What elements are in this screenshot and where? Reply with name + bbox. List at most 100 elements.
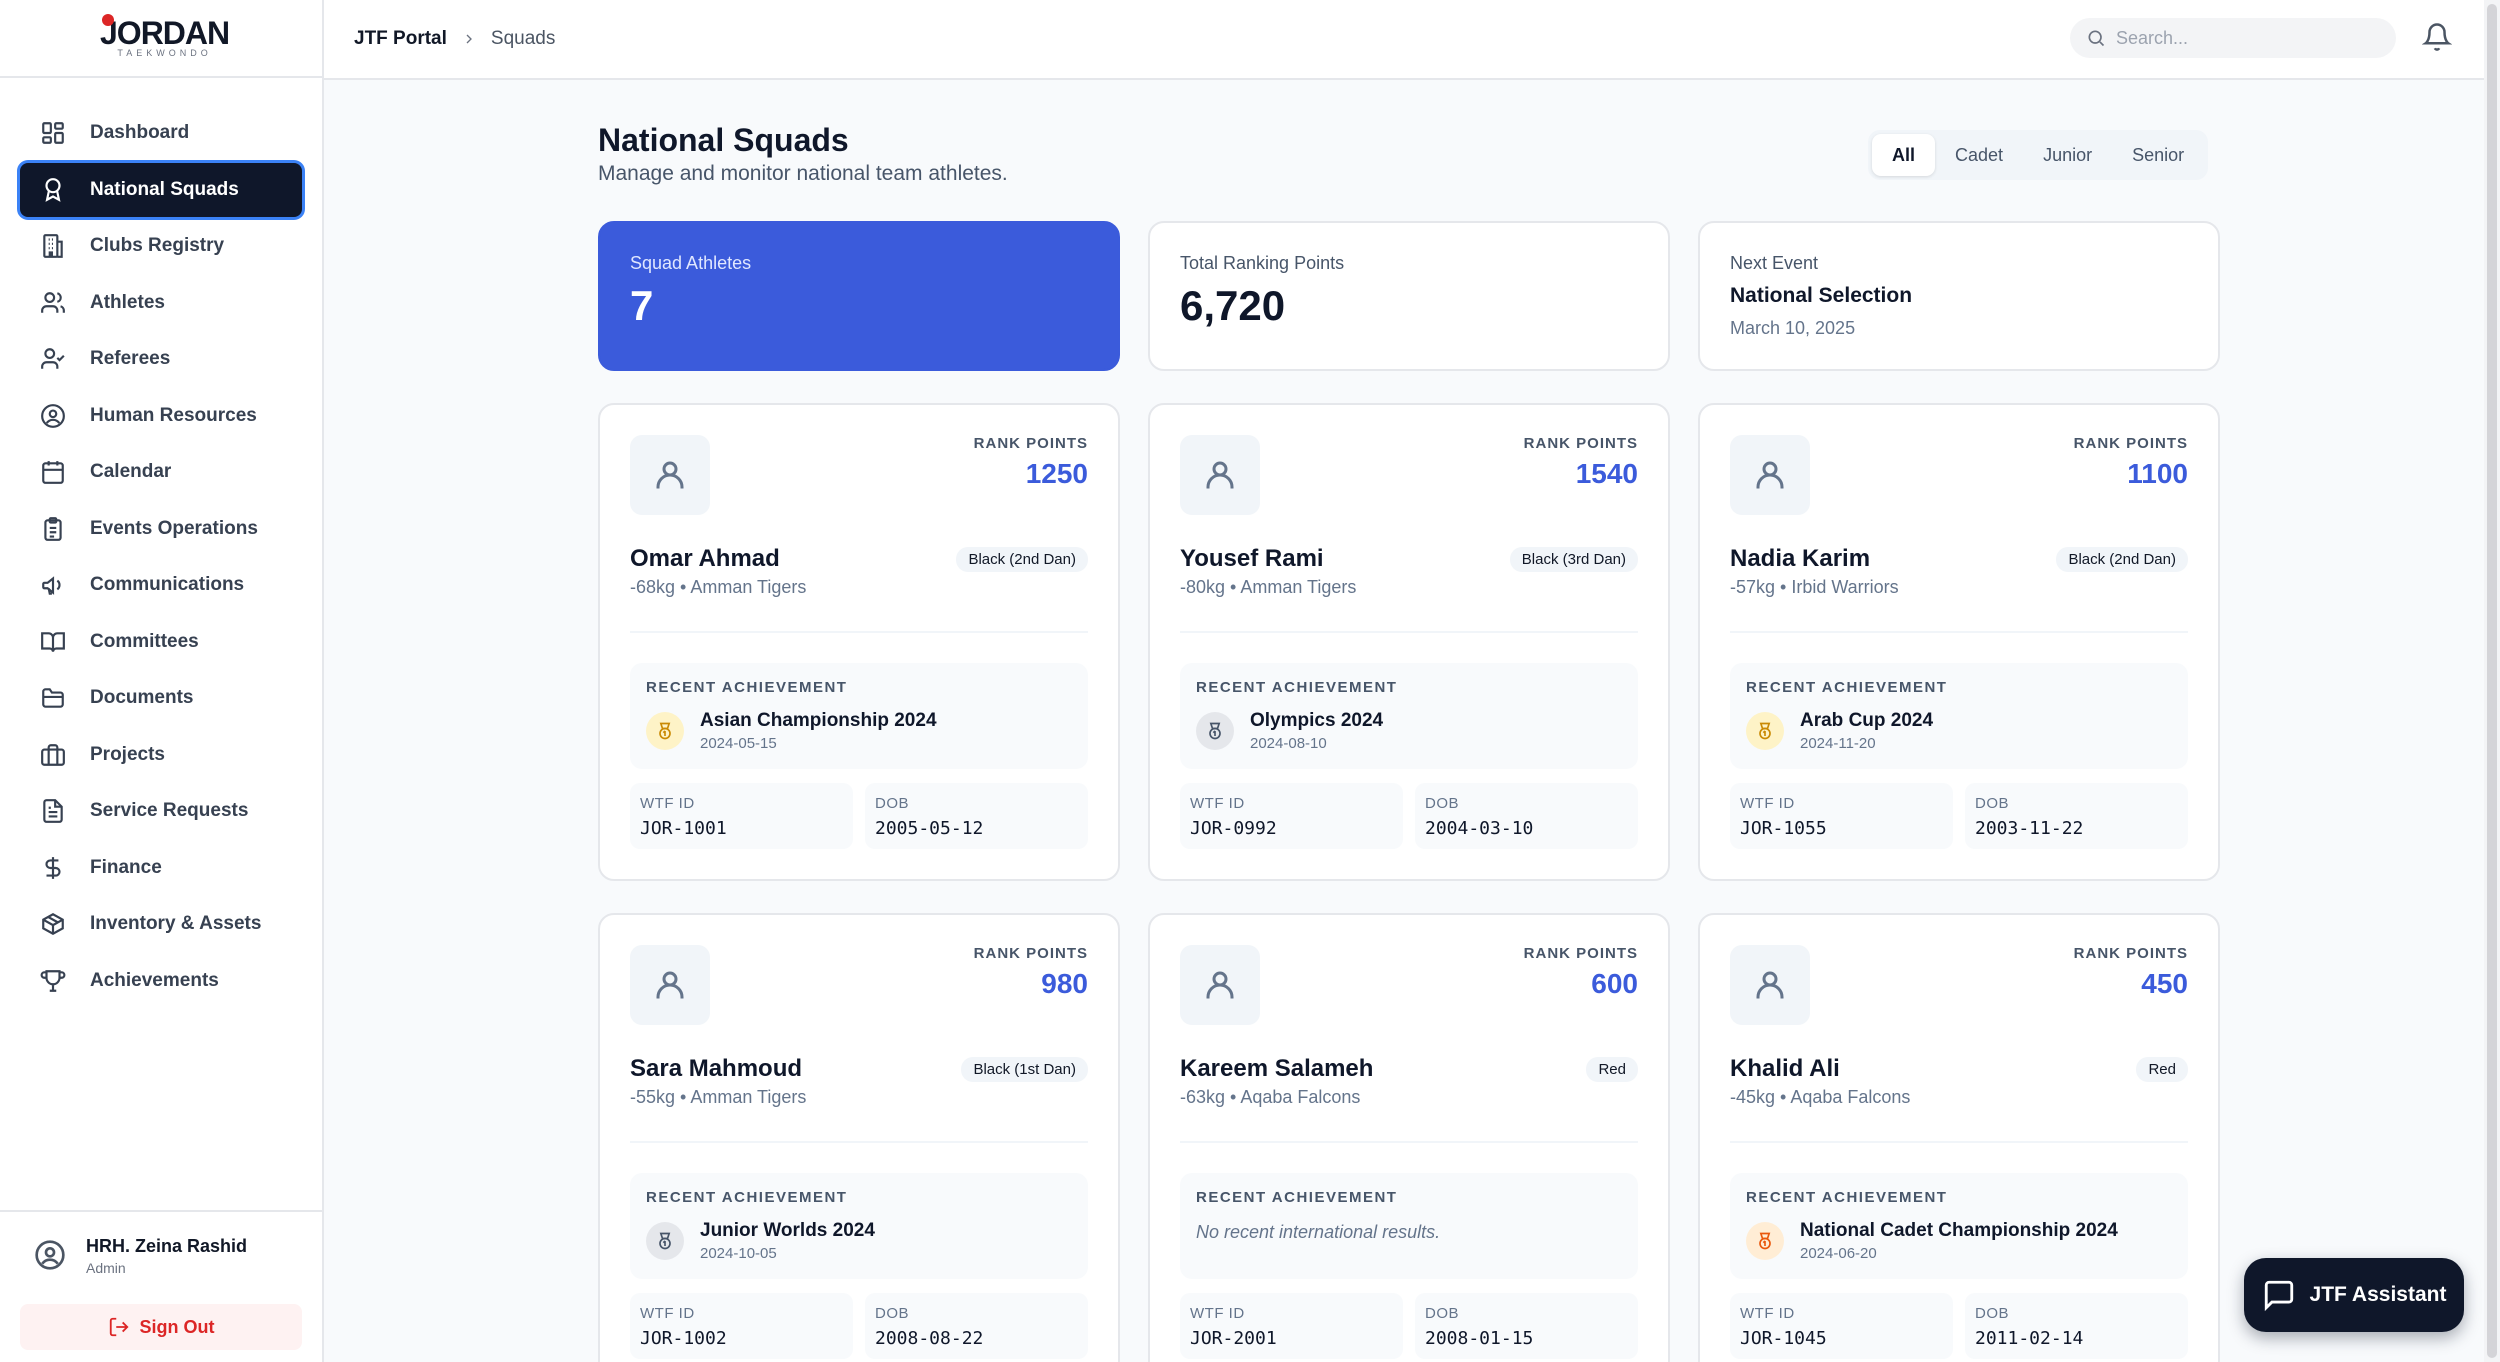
rank-points-label: RANK POINTS: [1523, 945, 1638, 962]
sidebar-item-achievements[interactable]: Achievements: [20, 954, 302, 1008]
wtf-id-label: WTF ID: [1190, 795, 1245, 812]
sidebar-item-label: Calendar: [90, 461, 172, 482]
belt-badge: Black (1st Dan): [961, 1056, 1088, 1082]
sidebar-item-inventory-assets[interactable]: Inventory & Assets: [20, 897, 302, 951]
rank-points: RANK POINTS 600: [1524, 945, 1638, 1000]
sidebar-item-clubs-registry[interactable]: Clubs Registry: [20, 219, 302, 273]
rank-points-value: 980: [1041, 968, 1088, 999]
sidebar-item-label: Documents: [90, 687, 194, 708]
topbar: JTF Portal Squads: [324, 0, 2500, 80]
bell-icon[interactable]: [2422, 22, 2452, 52]
belt-badge: Red: [1586, 1056, 1638, 1082]
user-icon: [1202, 457, 1238, 493]
athlete-meta: -80kg • Amman Tigers: [1180, 577, 1357, 597]
breadcrumb-root[interactable]: JTF Portal: [354, 28, 447, 50]
recent-achievement-label: RECENT ACHIEVEMENT: [1746, 1189, 1948, 1206]
users-icon: [38, 288, 68, 318]
rank-points-label: RANK POINTS: [1523, 435, 1638, 452]
belt-badge: Red: [2136, 1056, 2188, 1082]
user-icon: [652, 967, 688, 1003]
search-icon: [2086, 28, 2106, 48]
sidebar-item-label: Clubs Registry: [90, 235, 225, 256]
sidebar-item-label: Achievements: [90, 969, 219, 991]
squad-filter-tabs: All Cadet Junior Senior: [1868, 130, 2209, 180]
sign-out-button[interactable]: Sign Out: [20, 1304, 302, 1350]
sidebar-footer: HRH. Zeina Rashid Admin Sign Out: [0, 1210, 322, 1362]
sidebar-item-label: Human Resources: [90, 404, 257, 426]
medal-icon: [1746, 1222, 1784, 1260]
athlete-meta: -63kg • Aqaba Falcons: [1180, 1087, 1361, 1107]
athlete-meta: -55kg • Amman Tigers: [630, 1087, 807, 1107]
rank-points: RANK POINTS 980: [974, 945, 1088, 1000]
stat-value: 7: [630, 282, 654, 329]
sidebar-item-athletes[interactable]: Athletes: [20, 276, 302, 330]
wtf-id-label: WTF ID: [1740, 795, 1795, 812]
dob-box: DOB 2004-03-10: [1415, 783, 1638, 849]
user-icon: [652, 457, 688, 493]
sidebar-item-service-requests[interactable]: Service Requests: [20, 784, 302, 838]
tab-all[interactable]: All: [1872, 134, 1936, 176]
briefcase-icon: [38, 740, 68, 770]
avatar: [630, 945, 710, 1025]
sidebar-item-human-resources[interactable]: Human Resources: [20, 389, 302, 443]
user-circle-icon: [34, 1239, 68, 1273]
sidebar-item-events-operations[interactable]: Events Operations: [20, 502, 302, 556]
medal-icon: [1746, 712, 1784, 750]
avatar: [1730, 945, 1810, 1025]
recent-achievement: RECENT ACHIEVEMENT Arab Cup 2024 2024-11-…: [1730, 663, 2188, 769]
tab-senior[interactable]: Senior: [2112, 134, 2204, 176]
athlete-card[interactable]: RANK POINTS 1540 Yousef Rami Black (3rd …: [1148, 403, 1670, 881]
dob-box: DOB 2011-02-14: [1965, 1293, 2188, 1359]
athlete-card[interactable]: RANK POINTS 600 Kareem Salameh Red -63kg…: [1148, 913, 1670, 1362]
wtf-id-box: WTF ID JOR-1045: [1730, 1293, 1953, 1359]
no-achievement-text: No recent international results.: [1196, 1222, 1441, 1242]
athlete-name: Omar Ahmad: [630, 545, 780, 572]
user-circle-icon: [38, 401, 68, 431]
dob-box: DOB 2003-11-22: [1965, 783, 2188, 849]
achievement-date: 2024-06-20: [1800, 1245, 1877, 1262]
medal-ribbon-icon: [38, 175, 68, 205]
file-text-icon: [38, 796, 68, 826]
breadcrumb-current: Squads: [490, 28, 556, 49]
wtf-id-label: WTF ID: [1190, 1305, 1245, 1322]
wtf-id-label: WTF ID: [640, 795, 695, 812]
sidebar-item-dashboard[interactable]: Dashboard: [20, 106, 302, 160]
stat-next-event: Next Event National Selection March 10, …: [1698, 221, 2220, 371]
sidebar-nav: Dashboard National Squads Clubs Registry…: [0, 78, 322, 1008]
avatar: [1180, 945, 1260, 1025]
athlete-card[interactable]: RANK POINTS 980 Sara Mahmoud Black (1st …: [598, 913, 1120, 1362]
dob-label: DOB: [1975, 1305, 2010, 1322]
logout-icon: [108, 1316, 140, 1338]
scrollbar-thumb[interactable]: [2487, 4, 2497, 1358]
user-check-icon: [38, 344, 68, 374]
stat-label: Squad Athletes: [630, 253, 752, 273]
search-box[interactable]: [2070, 18, 2396, 58]
tab-junior[interactable]: Junior: [2023, 134, 2112, 176]
search-input[interactable]: [2116, 27, 2376, 49]
athlete-card[interactable]: RANK POINTS 1250 Omar Ahmad Black (2nd D…: [598, 403, 1120, 881]
sidebar-item-finance[interactable]: Finance: [20, 841, 302, 895]
athlete-card[interactable]: RANK POINTS 1100 Nadia Karim Black (2nd …: [1698, 403, 2220, 881]
user-profile[interactable]: HRH. Zeina Rashid Admin: [20, 1232, 302, 1280]
sidebar-item-label: Inventory & Assets: [90, 913, 262, 934]
athlete-card[interactable]: RANK POINTS 450 Khalid Ali Red -45kg • A…: [1698, 913, 2220, 1362]
sidebar-item-documents[interactable]: Documents: [20, 671, 302, 725]
logo[interactable]: JORDAN TAEKWONDO: [0, 0, 322, 78]
sidebar-item-national-squads[interactable]: National Squads: [20, 162, 302, 217]
recent-achievement: RECENT ACHIEVEMENT Olympics 2024 2024-08-…: [1180, 663, 1638, 769]
wtf-id-value: JOR-2001: [1190, 1328, 1277, 1349]
sidebar-item-communications[interactable]: Communications: [20, 558, 302, 612]
tab-cadet[interactable]: Cadet: [1935, 134, 2023, 176]
achievement-date: 2024-08-10: [1250, 735, 1327, 752]
sidebar-item-referees[interactable]: Referees: [20, 332, 302, 386]
medal-icon: [646, 712, 684, 750]
jtf-assistant-button[interactable]: JTF Assistant: [2244, 1258, 2464, 1332]
sidebar-item-projects[interactable]: Projects: [20, 728, 302, 782]
chat-icon: [2262, 1278, 2310, 1312]
achievement-title: Olympics 2024: [1250, 710, 1384, 731]
scrollbar[interactable]: [2484, 0, 2500, 1362]
sidebar-item-calendar[interactable]: Calendar: [20, 445, 302, 499]
achievement-title: Arab Cup 2024: [1800, 710, 1934, 731]
sidebar-item-committees[interactable]: Committees: [20, 615, 302, 669]
wtf-id-value: JOR-1002: [640, 1328, 727, 1349]
